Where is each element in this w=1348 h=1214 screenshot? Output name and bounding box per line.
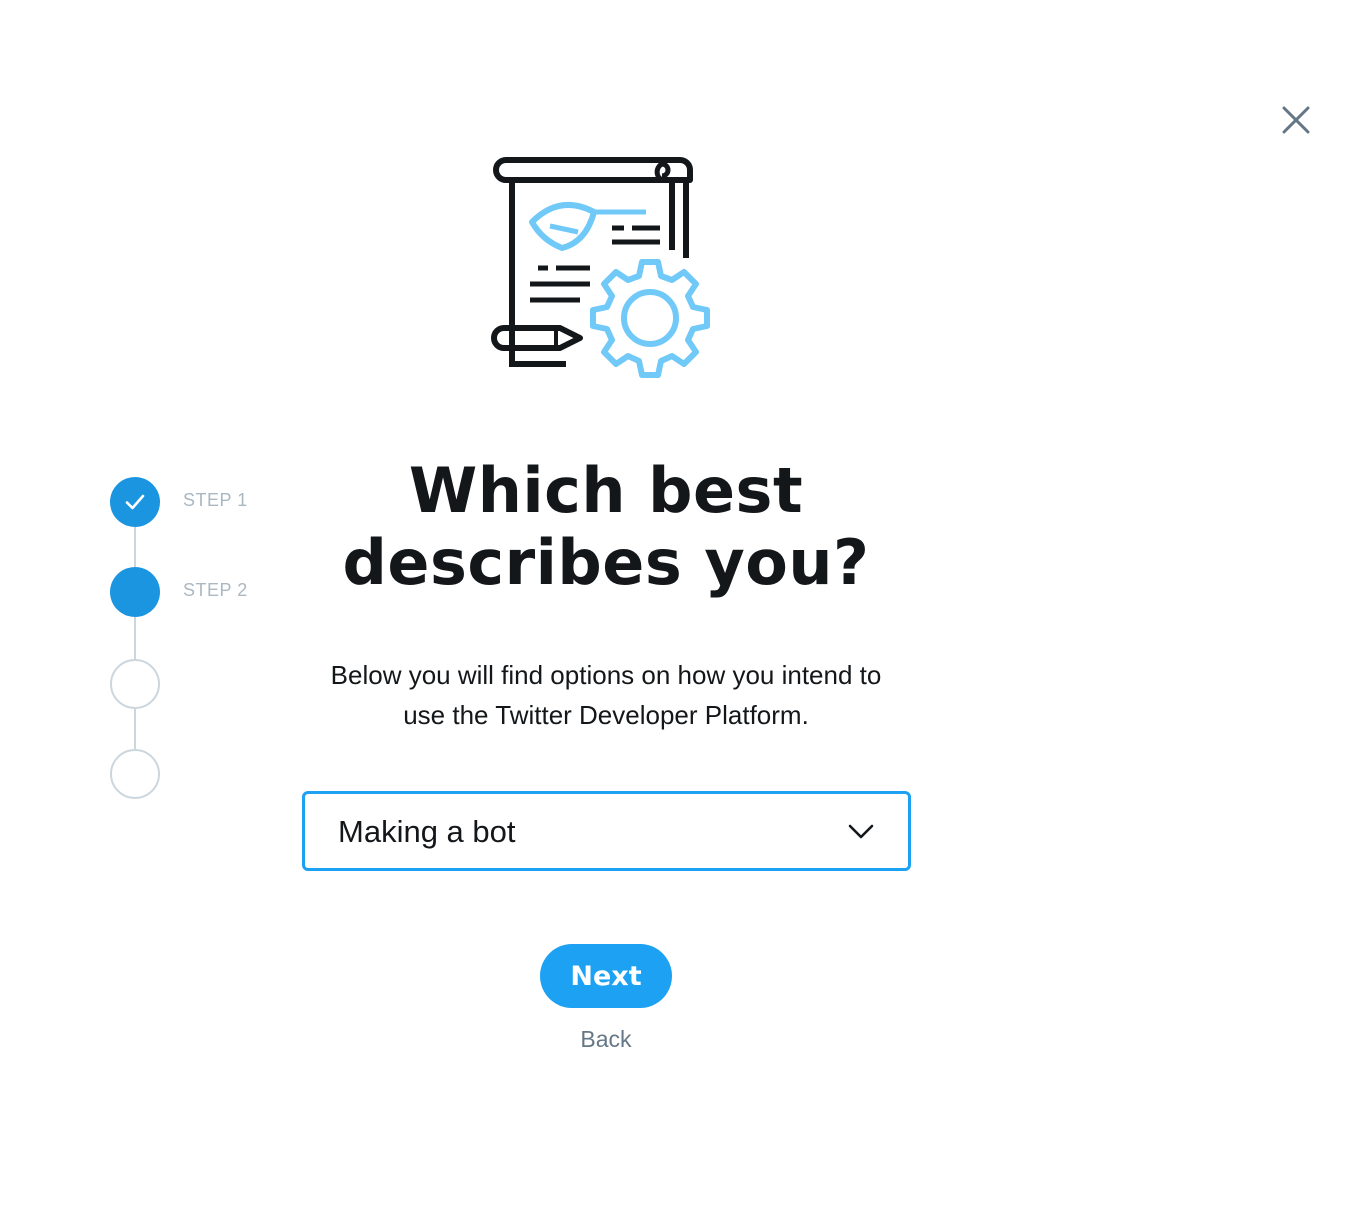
step-2-indicator [110,567,160,617]
back-link[interactable]: Back [540,1026,672,1053]
step-4-indicator [110,749,160,799]
subtitle-line-1: Below you will find options on how you i… [330,660,882,690]
title-line-1: Which best [408,454,804,527]
step-connector [134,527,136,567]
close-icon [1282,106,1310,134]
checkmark-icon [125,494,145,510]
next-button[interactable]: Next [540,944,672,1008]
page-title: Which best describes you? [296,455,916,599]
step-1-indicator [110,477,160,527]
step-connector [134,617,136,659]
scroll-with-gear-icon [490,150,726,386]
progress-stepper: STEP 1 STEP 2 [110,477,270,802]
step-connector [134,707,136,749]
step-3-indicator [110,659,160,709]
question-content: Which best describes you? Below you will… [296,455,916,735]
page-subtitle: Below you will find options on how you i… [296,655,916,735]
onboarding-dialog: STEP 1 STEP 2 Which best describes you? … [0,0,1348,1214]
step-2-label: STEP 2 [183,580,248,600]
title-line-2: describes you? [342,526,870,599]
close-button[interactable] [1276,100,1316,140]
step-1-label: STEP 1 [183,490,248,510]
use-case-select[interactable]: Making a bot [302,791,911,871]
select-value: Making a bot [338,814,516,849]
subtitle-line-2: use the Twitter Developer Platform. [403,700,809,730]
chevron-down-icon [848,824,874,839]
